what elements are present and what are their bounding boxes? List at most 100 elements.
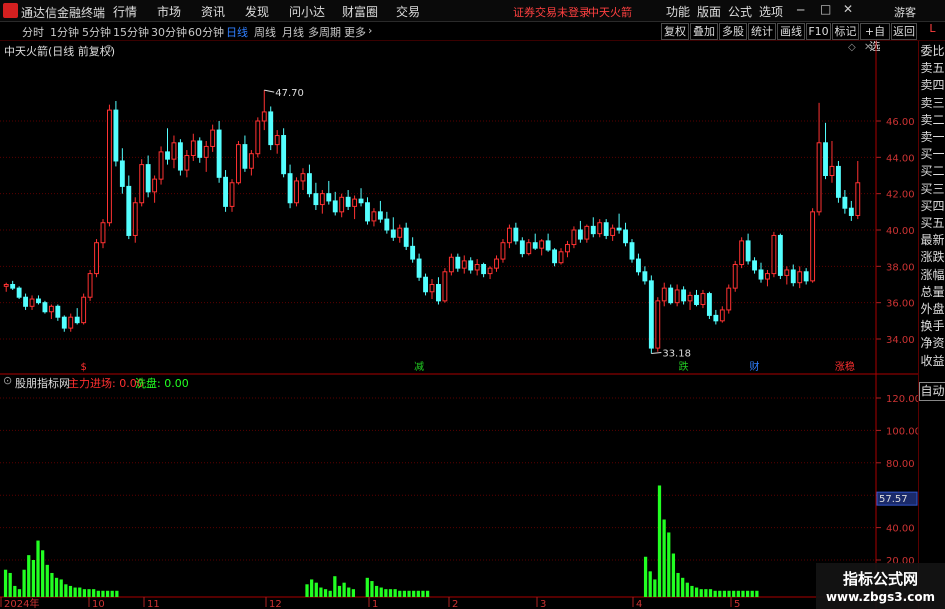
- period-fenshi[interactable]: 分时: [22, 24, 44, 40]
- candle-body: [423, 276, 428, 293]
- sidebar-item[interactable]: 卖四: [919, 77, 945, 94]
- sub-bar: [54, 577, 59, 597]
- sidebar-item[interactable]: 卖二: [919, 112, 945, 129]
- sub-bar: [36, 540, 40, 597]
- sidebar-item[interactable]: 最新: [919, 232, 945, 249]
- candle-body: [36, 298, 41, 304]
- sidebar-item[interactable]: 换手: [919, 318, 945, 335]
- btn-huaxian[interactable]: 画线: [777, 23, 805, 40]
- candle-body: [661, 287, 667, 302]
- sidebar-item[interactable]: 买三: [919, 181, 945, 198]
- btn-duogu[interactable]: 多股: [719, 23, 747, 40]
- sub-bar: [713, 590, 717, 597]
- chart-area[interactable]: 46.00 44.00 42.00 40.00 38.00 36.00 34.00 47.70…: [0, 41, 918, 609]
- candle-body: [216, 129, 222, 178]
- restore-icon[interactable]: □: [820, 2, 831, 16]
- period-5min[interactable]: 5分钟: [82, 24, 111, 40]
- sub-bar: [676, 572, 680, 597]
- btn-fuquan[interactable]: 复权: [661, 23, 689, 40]
- sidebar-item[interactable]: 委比: [919, 43, 945, 60]
- period-more[interactable]: 更多: [344, 24, 366, 40]
- candle-body: [345, 196, 351, 207]
- caption-settings-icon[interactable]: ⊙: [104, 42, 113, 55]
- sidebar-item[interactable]: 外盘: [919, 301, 945, 318]
- candle-body: [752, 260, 757, 271]
- menu-jiaoyi[interactable]: 交易: [396, 3, 420, 20]
- sub-chart-icon[interactable]: ⊙: [3, 374, 12, 387]
- low-pointer: [651, 352, 662, 355]
- auto-button[interactable]: 自动: [919, 382, 945, 401]
- candle-body: [461, 260, 467, 269]
- sidebar-item[interactable]: 买二: [919, 163, 945, 180]
- candle-body: [332, 200, 338, 213]
- period-30min[interactable]: 30分钟: [151, 24, 187, 40]
- menu-gongshi[interactable]: 公式: [728, 3, 752, 20]
- period-multi[interactable]: 多周期: [308, 24, 341, 40]
- high-pointer: [264, 89, 275, 93]
- candle-body: [74, 316, 80, 324]
- period-15min[interactable]: 15分钟: [113, 24, 149, 40]
- sidebar-item[interactable]: 收益: [919, 353, 945, 370]
- candle-body: [532, 242, 538, 249]
- sub-chart-name[interactable]: 股朋指标网: [15, 375, 70, 391]
- btn-add-watchlist[interactable]: +自选: [860, 23, 890, 53]
- sidebar-item[interactable]: 总量: [919, 284, 945, 301]
- candle-body: [694, 294, 699, 305]
- candle-body: [281, 135, 287, 175]
- candle-body: [132, 202, 138, 236]
- candle-body: [758, 269, 764, 280]
- y-tick-label: 38.00: [886, 262, 915, 273]
- candle-body: [616, 227, 622, 231]
- sidebar-item[interactable]: 买四: [919, 198, 945, 215]
- sidebar-item[interactable]: 涨幅: [919, 267, 945, 284]
- candle-body: [545, 240, 551, 251]
- user-label[interactable]: 游客: [894, 4, 916, 20]
- btn-f10[interactable]: F10: [806, 23, 831, 40]
- sidebar-item[interactable]: 卖三: [919, 95, 945, 112]
- period-60min[interactable]: 60分钟: [188, 24, 224, 40]
- menu-wenxiaoda[interactable]: 问小达: [289, 3, 325, 20]
- candle-body: [732, 264, 738, 289]
- menu-faxian[interactable]: 发现: [245, 3, 269, 20]
- btn-tongji[interactable]: 统计: [748, 23, 776, 40]
- sub-bar: [333, 576, 337, 597]
- sidebar-item[interactable]: 买五: [919, 215, 945, 232]
- period-1min[interactable]: 1分钟: [50, 24, 79, 40]
- close-icon[interactable]: ✕: [843, 2, 853, 16]
- candle-body: [700, 293, 706, 305]
- period-daily[interactable]: 日线: [226, 24, 248, 40]
- candle-body: [171, 142, 177, 160]
- more-chevron-icon[interactable]: ›: [368, 24, 372, 37]
- candle-body: [765, 273, 770, 280]
- btn-diejia[interactable]: 叠加: [690, 23, 718, 40]
- menu-shichang[interactable]: 市场: [157, 3, 181, 20]
- period-monthly[interactable]: 月线: [282, 24, 304, 40]
- sub-bar: [50, 572, 54, 597]
- btn-back[interactable]: 返回: [891, 23, 917, 40]
- login-status[interactable]: 证券交易未登录: [513, 4, 590, 20]
- sub-bar: [412, 590, 416, 597]
- event-marker: 财: [750, 360, 760, 373]
- sidebar-item[interactable]: 净资: [919, 335, 945, 352]
- menu-zixun[interactable]: 资讯: [201, 3, 225, 20]
- menu-hangqing[interactable]: 行情: [113, 3, 137, 20]
- menu-gongneng[interactable]: 功能: [666, 3, 690, 20]
- period-weekly[interactable]: 周线: [254, 24, 276, 40]
- minimize-icon[interactable]: ─: [797, 3, 804, 17]
- candle-body: [610, 227, 616, 236]
- chart-diamond-icon[interactable]: ◇: [848, 42, 856, 53]
- candle-body: [203, 145, 209, 158]
- sidebar-item[interactable]: 卖一: [919, 129, 945, 146]
- sidebar-item[interactable]: 涨跌: [919, 249, 945, 266]
- sub-bar: [337, 585, 342, 597]
- chart-close-icon[interactable]: ✕: [864, 42, 872, 53]
- sidebar-item[interactable]: 卖五: [919, 60, 945, 77]
- sub-bar: [685, 582, 689, 597]
- sub-bar: [741, 590, 745, 597]
- menu-caifuquan[interactable]: 财富圈: [342, 3, 378, 20]
- btn-biaoji[interactable]: 标记: [832, 23, 859, 40]
- candle-body: [790, 269, 796, 284]
- sidebar-item[interactable]: 买一: [919, 146, 945, 163]
- menu-banmian[interactable]: 版面: [697, 3, 721, 20]
- menu-xuanxiang[interactable]: 选项: [759, 3, 783, 20]
